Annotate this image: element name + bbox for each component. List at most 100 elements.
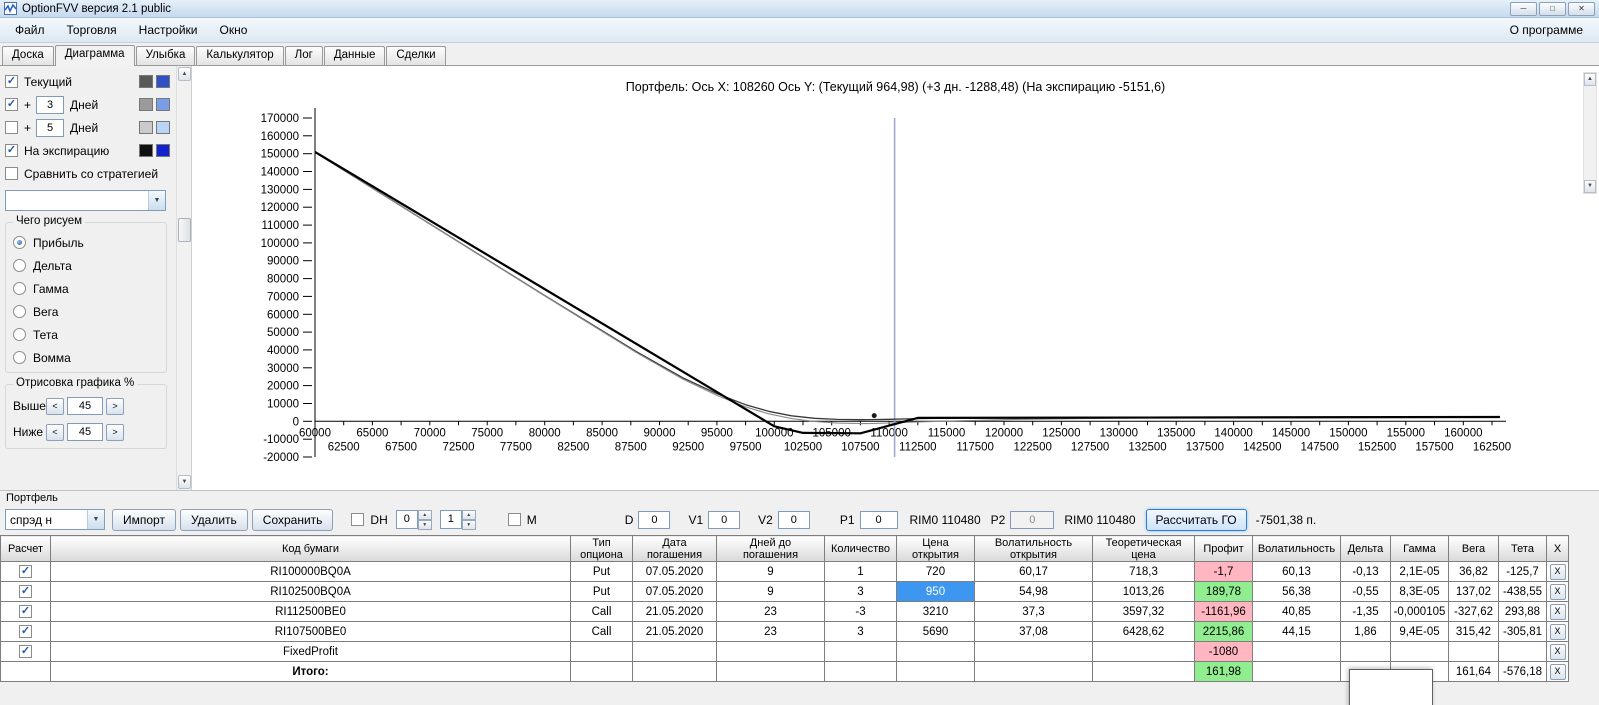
plus3-checkbox[interactable] — [5, 98, 18, 111]
dh-spinner-1-input[interactable] — [395, 509, 418, 529]
quantity-cell[interactable]: 3 — [824, 621, 897, 642]
plus5-color-swatch-1[interactable] — [139, 121, 153, 134]
render-below-input[interactable] — [67, 423, 103, 441]
panel-scrollbar[interactable]: ▲ ▼ — [176, 66, 191, 490]
tab-log[interactable]: Лог — [284, 46, 323, 65]
import-button[interactable]: Импорт — [112, 508, 176, 531]
plus3-color-swatch-1[interactable] — [139, 98, 153, 111]
menu-about[interactable]: О программе — [1498, 19, 1595, 41]
chevron-down-icon[interactable]: ▼ — [148, 191, 165, 210]
open-price-cell[interactable]: 720 — [896, 561, 975, 582]
tab-data[interactable]: Данные — [323, 46, 386, 65]
chevron-down-icon[interactable]: ▼ — [87, 510, 104, 529]
code-cell[interactable]: RI100000BQ0A — [50, 561, 571, 582]
plus3-color-swatch-2[interactable] — [156, 98, 170, 111]
column-header[interactable]: Код бумаги — [50, 535, 571, 562]
plus3-days-input[interactable] — [36, 95, 65, 114]
radio-gamma[interactable] — [13, 282, 26, 295]
spin-down-icon[interactable]: ▼ — [461, 519, 476, 530]
menu-file[interactable]: Файл — [4, 19, 56, 41]
column-header[interactable]: Гамма — [1390, 535, 1449, 562]
radio-vega[interactable] — [13, 305, 26, 318]
tab-calculator[interactable]: Калькулятор — [196, 46, 284, 65]
column-header[interactable]: Тета — [1498, 535, 1547, 562]
v1-input[interactable] — [708, 510, 741, 529]
scroll-up-icon[interactable]: ▲ — [1584, 73, 1596, 86]
current-color-swatch-2[interactable] — [156, 75, 170, 88]
column-header[interactable]: Расчет — [0, 535, 51, 562]
maximize-button[interactable]: □ — [1539, 1, 1566, 16]
quantity-cell[interactable] — [824, 661, 897, 682]
expiration-color-swatch-1[interactable] — [139, 144, 153, 157]
current-checkbox[interactable] — [5, 75, 18, 88]
column-header[interactable]: Цена открытия — [896, 535, 975, 562]
radio-theta[interactable] — [13, 328, 26, 341]
scroll-down-icon[interactable]: ▼ — [178, 475, 191, 489]
quantity-cell[interactable]: 1 — [824, 561, 897, 582]
open-price-cell[interactable]: 3210 — [896, 601, 975, 622]
tab-diagram[interactable]: Диаграмма — [54, 45, 135, 66]
render-below-increase-button[interactable]: > — [106, 423, 124, 441]
quantity-cell[interactable]: 3 — [824, 581, 897, 602]
m-checkbox[interactable] — [507, 513, 521, 526]
delete-row-button[interactable]: X — [1549, 603, 1566, 620]
scroll-down-icon[interactable]: ▼ — [1584, 180, 1596, 193]
p1-input[interactable] — [859, 510, 898, 529]
open-price-cell[interactable]: 950 — [896, 581, 975, 602]
dh-checkbox[interactable] — [351, 513, 365, 526]
chart-area[interactable]: Портфель: Ось X: 108260 Ось Y: (Текущий … — [191, 66, 1599, 490]
close-button[interactable]: ✕ — [1568, 1, 1595, 16]
v2-input[interactable] — [777, 510, 810, 529]
portfolio-combobox[interactable]: спрэд н ▼ — [5, 509, 105, 530]
delete-row-button[interactable]: X — [1549, 643, 1566, 660]
tab-board[interactable]: Доска — [2, 46, 54, 65]
render-above-input[interactable] — [67, 397, 103, 415]
column-header[interactable]: Теоретическая цена — [1092, 535, 1195, 562]
open-price-cell[interactable] — [896, 641, 975, 662]
dh-spinner-2-input[interactable] — [439, 509, 462, 529]
radio-vomma[interactable] — [13, 351, 26, 364]
open-price-cell[interactable] — [896, 661, 975, 682]
calculate-margin-button[interactable]: Рассчитать ГО — [1145, 508, 1247, 531]
column-header[interactable]: Тип опциона — [570, 535, 633, 562]
chart-scrollbar[interactable]: ▲ ▼ — [1583, 72, 1597, 194]
row-calc-checkbox[interactable] — [19, 605, 32, 618]
column-header[interactable]: Количество — [824, 535, 897, 562]
compare-strategy-checkbox[interactable] — [5, 167, 18, 180]
column-header[interactable]: Профит — [1194, 535, 1253, 562]
save-button[interactable]: Сохранить — [251, 508, 334, 531]
open-price-cell[interactable]: 5690 — [896, 621, 975, 642]
spin-up-icon[interactable]: ▲ — [417, 509, 432, 520]
render-below-decrease-button[interactable]: < — [46, 423, 64, 441]
spin-up-icon[interactable]: ▲ — [461, 509, 476, 520]
dh-spinner-2[interactable]: ▲▼ — [439, 509, 476, 530]
code-cell[interactable]: RI112500BE0 — [50, 601, 571, 622]
row-calc-checkbox[interactable] — [19, 585, 32, 598]
render-above-decrease-button[interactable]: < — [46, 397, 64, 415]
radio-delta[interactable] — [13, 259, 26, 272]
menu-settings[interactable]: Настройки — [128, 19, 209, 41]
profit-chart[interactable]: 170000 160000 150000 140000 130000 120000 1100… — [192, 94, 1599, 490]
dh-spinner-1[interactable]: ▲▼ — [395, 509, 432, 530]
delete-button[interactable]: Удалить — [179, 508, 248, 531]
column-header[interactable]: Дата погашения — [632, 535, 717, 562]
row-calc-checkbox[interactable] — [19, 625, 32, 638]
d-input[interactable] — [638, 510, 671, 529]
column-header[interactable]: Вега — [1448, 535, 1499, 562]
expiration-checkbox[interactable] — [5, 144, 18, 157]
current-color-swatch-1[interactable] — [139, 75, 153, 88]
radio-profit[interactable] — [13, 236, 26, 249]
delete-row-button[interactable]: X — [1549, 583, 1566, 600]
code-cell[interactable]: RI102500BQ0A — [50, 581, 571, 602]
quantity-cell[interactable] — [824, 641, 897, 662]
spin-down-icon[interactable]: ▼ — [417, 519, 432, 530]
scroll-up-icon[interactable]: ▲ — [178, 67, 191, 81]
plus5-color-swatch-2[interactable] — [156, 121, 170, 134]
column-header[interactable]: Дней до погашения — [716, 535, 825, 562]
delete-row-button[interactable]: X — [1549, 563, 1566, 580]
plus5-checkbox[interactable] — [5, 121, 18, 134]
render-above-increase-button[interactable]: > — [106, 397, 124, 415]
row-calc-checkbox[interactable] — [19, 645, 32, 658]
strategy-combobox[interactable]: ▼ — [5, 190, 166, 211]
quantity-cell[interactable]: -3 — [824, 601, 897, 622]
